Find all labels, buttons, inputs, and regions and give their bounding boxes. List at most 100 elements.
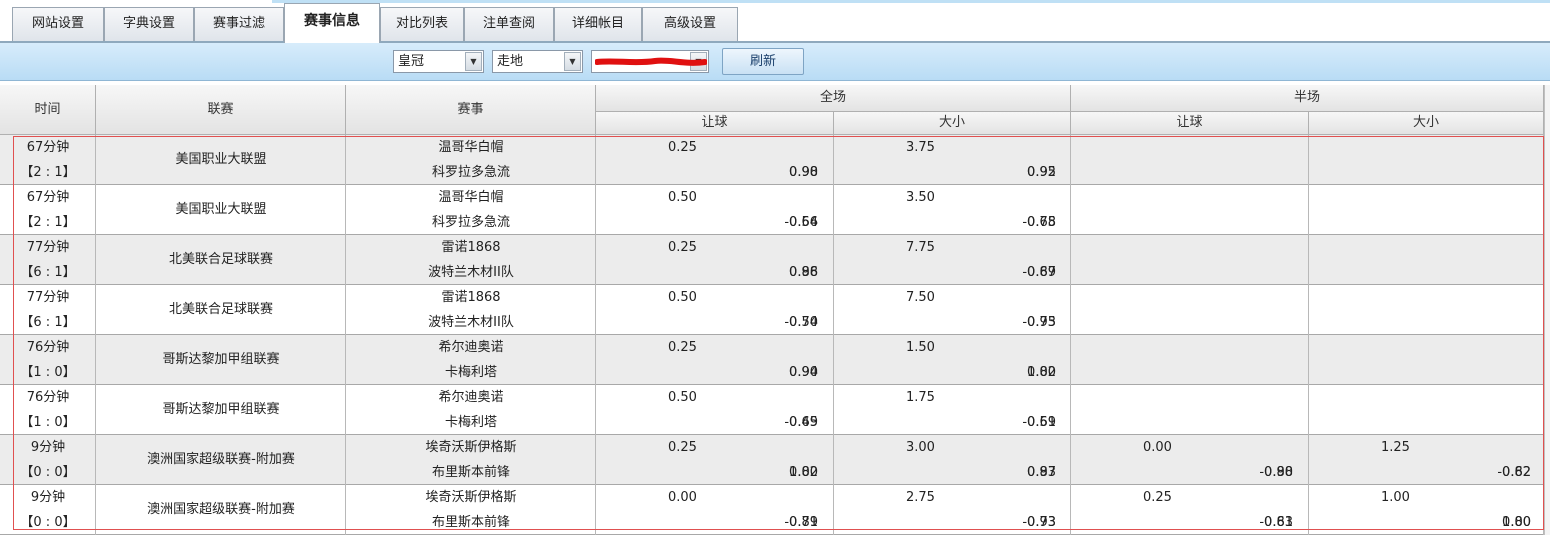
table-row[interactable]: 77分钟 【6 : 1】 北美联合足球联赛 雷诺1868 波特兰木材II队 0.50 -0.… [0, 285, 1550, 335]
table-cell-fou: 3.00 0.97 0.83 [834, 435, 1071, 485]
cell-league: 美国职业大联盟 [175, 202, 267, 217]
cell-league: 哥斯达黎加甲组联赛 [162, 352, 280, 367]
cell-full-hdp-o2: 0.96 [789, 265, 818, 280]
tab-bar: 网站设置 字典设置 赛事过滤 赛事信息 对比列表 注单查阅 详细帐目 高级设置 [0, 0, 1550, 43]
table-cell-fou: 1.75 -0.69 0.51 [834, 385, 1071, 435]
cell-full-ou-o2: 0.69 [1027, 265, 1056, 280]
table-row[interactable]: 77分钟 【6 : 1】 北美联合足球联赛 雷诺1868 波特兰木材II队 0.25 0.8… [0, 235, 1550, 285]
cell-full-ou-o2: 0.83 [1027, 465, 1056, 480]
cell-full-ou: 2.75 [906, 490, 935, 505]
table-cell-fhdp: 0.25 0.94 0.90 [596, 335, 834, 385]
cell-half-hdp-o2: -0.98 [1259, 465, 1293, 480]
cell-full-hdp-o2: 0.90 [789, 165, 818, 180]
table-cell-fou: 2.75 0.73 -0.93 [834, 485, 1071, 535]
cell-full-hdp: 0.50 [668, 190, 697, 205]
cell-away: 科罗拉多急流 [431, 215, 510, 230]
table-cell-league: 澳洲国家超级联赛-附加赛 [96, 485, 346, 535]
cell-half-ou-o2: 0.62 [1502, 465, 1531, 480]
cell-half-hdp: 0.25 [1143, 490, 1172, 505]
tab-detailed-accounts[interactable]: 详细帐目 [554, 7, 642, 42]
tab-match-filter[interactable]: 赛事过滤 [194, 7, 284, 42]
table-row[interactable]: 67分钟 【2 : 1】 美国职业大联盟 温哥华白帽 科罗拉多急流 0.50 -0.66 0.… [0, 185, 1550, 235]
table-cell-hou [1309, 135, 1544, 185]
table-cell-match: 雷诺1868 波特兰木材II队 [346, 285, 596, 335]
cell-full-hdp: 0.50 [668, 290, 697, 305]
cell-away: 布里斯本前锋 [431, 465, 510, 480]
table-cell-hou [1309, 185, 1544, 235]
table-cell-time: 67分钟 【2 : 1】 [0, 135, 96, 185]
table-cell-fhdp: 0.50 -0.70 0.54 [596, 285, 834, 335]
header-half-handicap: 让球 [1071, 112, 1309, 135]
cell-half-ou-o2: 1.00 [1502, 515, 1531, 530]
table-cell-league: 哥斯达黎加甲组联赛 [96, 335, 346, 385]
cell-time: 9分钟 [30, 440, 66, 455]
table-cell-fhdp: 0.00 0.71 -0.89 [596, 485, 834, 535]
tab-bar-accent [272, 0, 1550, 3]
header-full-handicap: 让球 [596, 112, 834, 135]
cell-full-hdp: 0.25 [668, 240, 697, 255]
table-row[interactable]: 76分钟 【1 : 0】 哥斯达黎加甲组联赛 希尔迪奥诺 卡梅利塔 0.25 0.94 0.9… [0, 335, 1550, 385]
table-cell-fou: 1.50 1.00 0.82 [834, 335, 1071, 385]
table-cell-time: 67分钟 【2 : 1】 [0, 185, 96, 235]
cell-home: 雷诺1868 [441, 290, 501, 305]
table-cell-hhdp [1071, 235, 1309, 285]
mode-select[interactable]: 走地 ▼ [492, 50, 583, 73]
tab-advanced-settings[interactable]: 高级设置 [642, 7, 738, 42]
table-cell-fou: 7.50 0.75 -0.93 [834, 285, 1071, 335]
cell-full-hdp-o2: 0.49 [789, 415, 818, 430]
table-row[interactable]: 9分钟 【0 : 0】 澳洲国家超级联赛-附加赛 埃奇沃斯伊格斯 布里斯本前锋 0.25 1… [0, 435, 1550, 485]
table-cell-time: 76分钟 【1 : 0】 [0, 335, 96, 385]
table-cell-hhdp: 0.25 -0.81 0.63 [1071, 485, 1309, 535]
table-cell-league: 哥斯达黎加甲组联赛 [96, 385, 346, 435]
tab-compare-list[interactable]: 对比列表 [380, 7, 464, 42]
table-cell-league: 美国职业大联盟 [96, 185, 346, 235]
table-row[interactable]: 9分钟 【0 : 0】 澳洲国家超级联赛-附加赛 埃奇沃斯伊格斯 布里斯本前锋 0.00 0… [0, 485, 1550, 535]
chevron-down-icon[interactable]: ▼ [564, 52, 581, 71]
cell-away: 科罗拉多急流 [431, 165, 510, 180]
table-cell-hhdp [1071, 185, 1309, 235]
table-row[interactable]: 76分钟 【1 : 0】 哥斯达黎加甲组联赛 希尔迪奥诺 卡梅利塔 0.50 -0.65 0.… [0, 385, 1550, 435]
cell-full-ou-o2: 0.82 [1027, 365, 1056, 380]
table-cell-fhdp: 0.25 0.88 0.96 [596, 235, 834, 285]
tab-match-info[interactable]: 赛事信息 [284, 3, 380, 43]
table-cell-match: 温哥华白帽科罗拉多急流 [346, 135, 596, 185]
vertical-scrollbar[interactable] [1544, 85, 1550, 535]
tab-dictionary-settings[interactable]: 字典设置 [104, 7, 194, 42]
cell-half-hdp-o2: 0.63 [1264, 515, 1293, 530]
cell-full-hdp-o2: 0.54 [789, 315, 818, 330]
table-cell-hou [1309, 285, 1544, 335]
mode-select-value: 走地 [497, 54, 524, 69]
cell-full-hdp: 0.25 [668, 340, 697, 355]
table-row[interactable]: 67分钟 【2 : 1】 美国职业大联盟 温哥华白帽 科罗拉多急流 0.25 0.98 0.9… [0, 135, 1550, 185]
tab-site-settings[interactable]: 网站设置 [12, 7, 104, 42]
refresh-button[interactable]: 刷新 [722, 48, 804, 75]
cell-full-hdp-o2: 0.90 [789, 365, 818, 380]
chevron-down-icon[interactable]: ▼ [465, 52, 482, 71]
table-cell-hhdp [1071, 285, 1309, 335]
table-cell-league: 北美联合足球联赛 [96, 285, 346, 335]
table-cell-time: 9分钟 【0 : 0】 [0, 435, 96, 485]
cell-half-ou: 1.25 [1381, 440, 1410, 455]
cell-full-hdp: 0.00 [668, 490, 697, 505]
cell-home: 温哥华白帽 [438, 190, 504, 205]
tab-bet-slip-lookup[interactable]: 注单查阅 [464, 7, 554, 42]
cell-league: 澳洲国家超级联赛-附加赛 [147, 452, 295, 467]
cell-league: 北美联合足球联赛 [168, 302, 273, 317]
cell-full-ou: 1.50 [906, 340, 935, 355]
table-cell-hou: 1.00 0.80 1.00 [1309, 485, 1544, 535]
table-cell-match: 希尔迪奥诺 卡梅利塔 [346, 335, 596, 385]
site-select[interactable]: 皇冠 ▼ [393, 50, 484, 73]
cell-away: 布里斯本前锋 [431, 515, 510, 530]
table-cell-hou: 1.25 -0.82 0.62 [1309, 435, 1544, 485]
table-cell-league: 美国职业大联盟 [96, 135, 346, 185]
cell-full-ou: 3.00 [906, 440, 935, 455]
cell-full-hdp: 0.50 [668, 390, 697, 405]
cell-full-hdp: 0.25 [668, 140, 697, 155]
table-cell-fou: 7.75 -0.87 0.69 [834, 235, 1071, 285]
table-cell-hou [1309, 385, 1544, 435]
cell-home: 温哥华白帽 [438, 140, 504, 155]
table-cell-fou: 3.75 0.95 0.92 [834, 135, 1071, 185]
cell-score: 【0 : 0】 [20, 515, 76, 530]
cell-time: 67分钟 [26, 190, 70, 205]
cell-time: 76分钟 [26, 340, 70, 355]
